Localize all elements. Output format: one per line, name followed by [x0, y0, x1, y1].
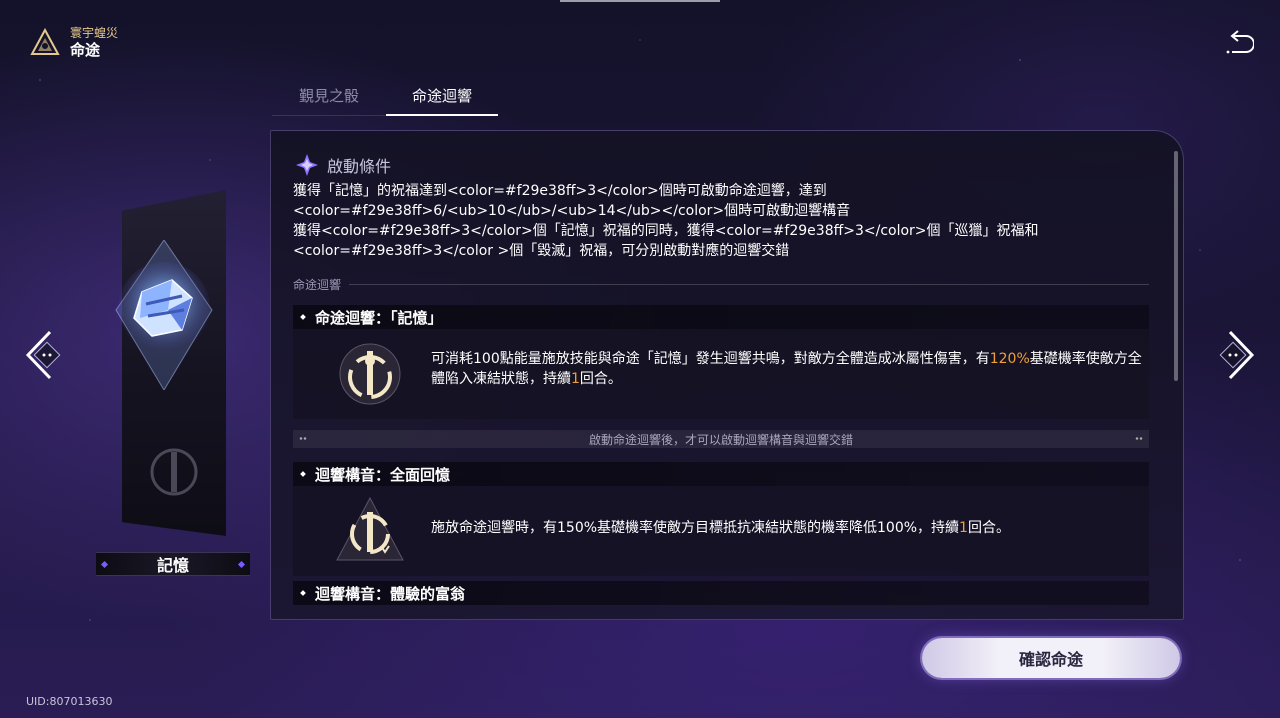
header-subtitle: 寰宇蝗災 — [70, 26, 119, 40]
section-label: 命途迴響 — [293, 278, 342, 292]
memory-resonance-icon — [339, 343, 401, 405]
formation-2-header: 迴響構音：體驗的富翁 — [293, 581, 1149, 605]
path-card[interactable] — [115, 190, 226, 536]
unlock-notice: 啟動命途迴響後，才可以啟動迴響構音與迴響交錯 — [293, 430, 1149, 448]
arrow-left-icon[interactable] — [24, 330, 68, 380]
path-crystal-icon — [115, 240, 213, 390]
formation-1-header: 迴響構音：全面回憶 — [293, 462, 1149, 486]
arrow-right-icon[interactable] — [1212, 330, 1256, 380]
memory-emblem-icon — [150, 448, 198, 496]
resonance-body: 可消耗100點能量施放技能與命途「記憶」發生迴響共鳴，對敵方全體造成冰屬性傷害，… — [293, 329, 1149, 419]
formation-icon — [336, 496, 404, 561]
tab-dice[interactable]: 覲見之骰 — [272, 80, 386, 116]
bullet-icon — [300, 314, 306, 320]
resonance-header: 命途迴響：「記憶」 — [293, 305, 1149, 329]
logo-icon — [30, 27, 60, 55]
bullet-icon — [300, 590, 306, 596]
condition-text: 獲得「記憶」的祝福達到<color=#f29e38ff>3</color>個時可… — [293, 181, 1163, 261]
formation-1-desc: 施放命途迴響時，有150%基礎機率使敵方目標抵抗凍結狀態的機率降低100%，持續… — [431, 520, 1010, 536]
path-name: 記憶 — [156, 556, 189, 575]
condition-title: 啟動條件 — [327, 157, 392, 176]
top-indicator — [560, 0, 720, 2]
condition-line-2: 獲得<color=#f29e38ff>3</color>個「記憶」祝福的同時，獲… — [293, 223, 1039, 259]
tab-bar: 覲見之骰 命途迴響 — [272, 80, 498, 116]
resonance-desc: 可消耗100點能量施放技能與命途「記憶」發生迴響共鳴，對敵方全體造成冰屬性傷害，… — [431, 351, 1142, 387]
scrollbar[interactable] — [1174, 151, 1178, 381]
formation-1-body: 施放命途迴響時，有150%基礎機率使敵方目標抵抗凍結狀態的機率降低100%，持續… — [293, 486, 1149, 576]
tab-path-resonance[interactable]: 命途迴響 — [386, 80, 498, 116]
condition-icon — [296, 154, 318, 176]
uid-label: UID:807013630 — [26, 695, 113, 708]
diamond-icon — [237, 560, 246, 568]
condition-header: 啟動條件 — [295, 153, 391, 177]
formation-2-title: 迴響構音：體驗的富翁 — [315, 584, 466, 603]
diamond-icon — [100, 560, 109, 568]
header: 寰宇蝗災 命途 — [30, 26, 118, 59]
unlock-notice-text: 啟動命途迴響後，才可以啟動迴響構音與迴響交錯 — [588, 432, 853, 447]
page-title: 命途 — [70, 41, 101, 59]
bullet-icon — [300, 471, 306, 477]
confirm-path-label: 確認命途 — [1018, 650, 1083, 669]
back-icon[interactable] — [1224, 30, 1254, 58]
section-divider: 命途迴響 — [293, 276, 1149, 293]
condition-line-1: 獲得「記憶」的祝福達到<color=#f29e38ff>3</color>個時可… — [293, 183, 851, 219]
confirm-path-button[interactable]: 確認命途 — [922, 638, 1180, 678]
resonance-title: 命途迴響：「記憶」 — [315, 308, 443, 327]
formation-1-title: 迴響構音：全面回憶 — [315, 465, 451, 484]
path-name-plate: 記憶 — [96, 552, 250, 576]
info-panel: 啟動條件 獲得「記憶」的祝福達到<color=#f29e38ff>3</colo… — [270, 130, 1184, 620]
